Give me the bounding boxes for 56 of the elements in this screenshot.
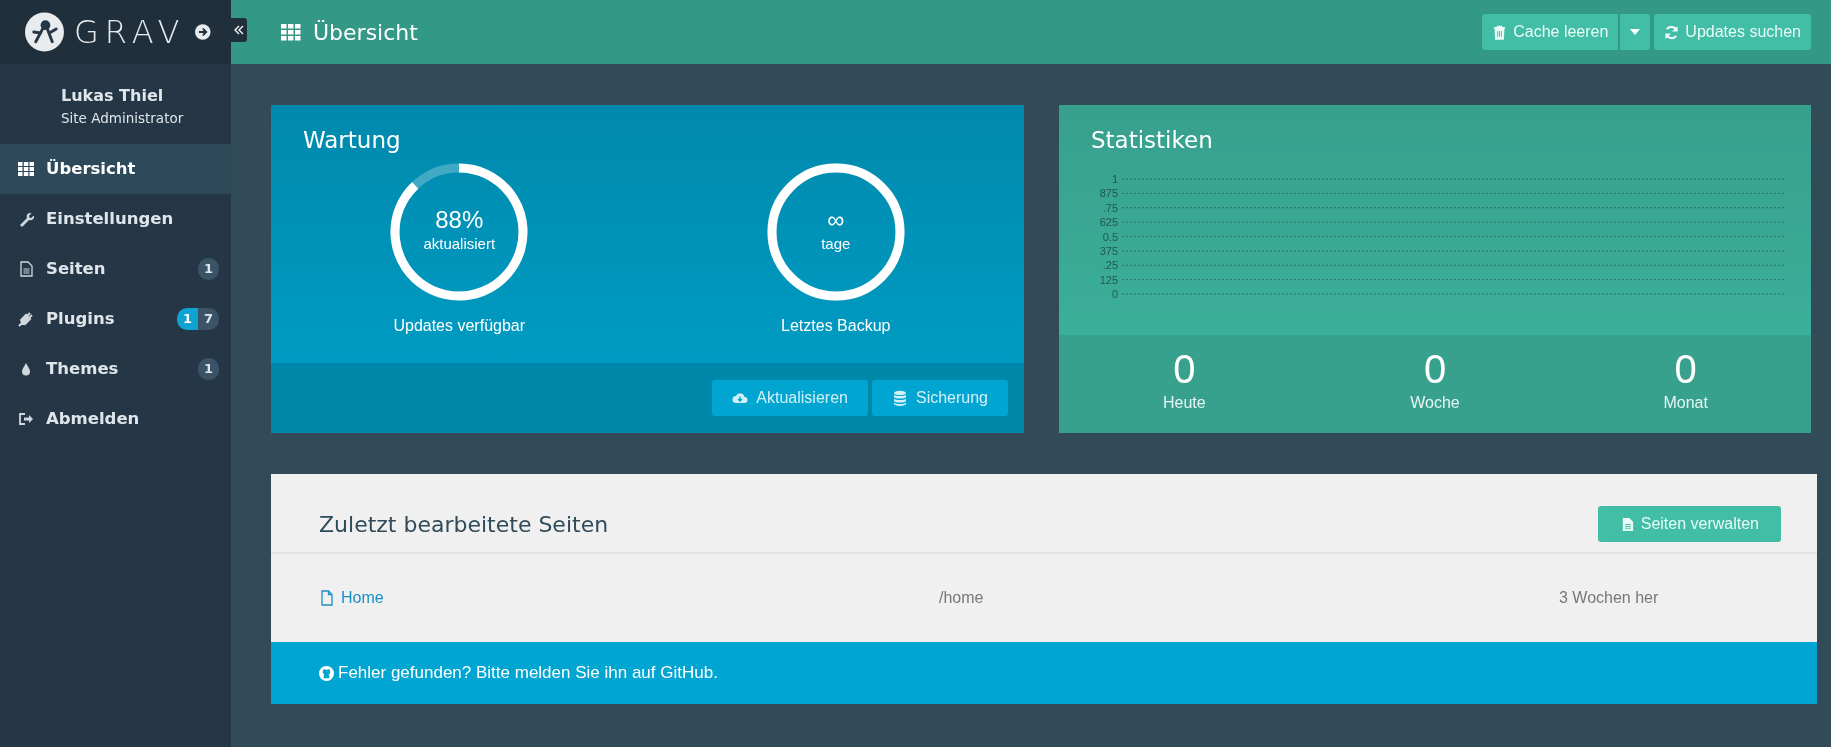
axis-label: 1 — [1111, 173, 1118, 185]
cloud-download-icon — [732, 390, 749, 406]
menu-item[interactable]: Abmelden — [0, 394, 231, 444]
card-title: Statistiken — [1090, 126, 1214, 155]
menu-item[interactable]: Einstellungen — [0, 194, 231, 244]
document-icon — [319, 590, 335, 606]
gauge-unit: tage — [821, 234, 851, 255]
wrench-icon — [18, 211, 34, 227]
gauge-value: ∞ — [827, 207, 845, 234]
caret-icon — [1630, 29, 1641, 35]
counter-label: Heute — [1163, 393, 1206, 413]
grid-icon — [18, 161, 34, 177]
page-route: /home — [939, 588, 985, 608]
counter-label: Woche — [1410, 393, 1460, 413]
counter-label: Monat — [1663, 393, 1708, 413]
refresh-icon — [1664, 24, 1680, 40]
counter-value: 0 — [1423, 347, 1447, 391]
panel-title: Zuletzt bearbeitete Seiten — [319, 510, 609, 539]
menu-item[interactable]: Übersicht — [0, 144, 231, 194]
menu-item[interactable]: Seiten 1 — [0, 244, 231, 294]
gauge-unit: aktualisiert — [423, 234, 496, 255]
page-title: Übersicht — [313, 18, 418, 47]
bug-report-text: Fehler gefunden? Bitte melden Sie ihn auf GitHub. — [338, 662, 718, 685]
axis-label: .75 — [1102, 201, 1118, 214]
counter-value: 0 — [1173, 347, 1196, 391]
axis-label: 0.5 — [1102, 230, 1118, 242]
user-name: Lukas Thiel — [61, 85, 165, 107]
document-icon — [18, 261, 34, 277]
counter-value: 0 — [1674, 347, 1697, 391]
user-role: Site Administrator — [61, 109, 185, 128]
database-icon — [891, 390, 908, 406]
trash-icon — [1492, 24, 1508, 40]
arrow-circle-icon[interactable] — [195, 24, 211, 40]
gauge-caption: Updates verfügbar — [393, 315, 526, 336]
axis-label: 625 — [1099, 215, 1118, 228]
gauge-caption: Letztes Backup — [781, 315, 891, 336]
menu-item[interactable]: Plugins 1 7 — [0, 294, 231, 344]
axis-label: .25 — [1102, 258, 1118, 271]
card-title: Wartung — [302, 126, 402, 155]
dropdown-toggle[interactable] — [1620, 14, 1651, 50]
axis-label: 125 — [1099, 273, 1118, 286]
brand-name: GRAV — [73, 12, 186, 53]
axis-label: 375 — [1099, 244, 1118, 257]
grav-logo-icon — [25, 12, 64, 52]
axis-label: 875 — [1099, 186, 1118, 199]
modified-time: 3 Wochen her — [1559, 588, 1659, 608]
grid-icon — [281, 23, 301, 41]
github-icon — [319, 665, 334, 681]
plug-icon — [18, 311, 34, 327]
menu-item[interactable]: Themes 1 — [0, 344, 231, 394]
count-badge: 1 — [197, 258, 219, 280]
gauge-value: 88% — [435, 207, 484, 234]
count-badge: 1 — [197, 358, 219, 380]
logout-icon — [18, 411, 34, 427]
axis-label: 0 — [1111, 287, 1118, 299]
collapse-icon[interactable] — [231, 18, 247, 42]
